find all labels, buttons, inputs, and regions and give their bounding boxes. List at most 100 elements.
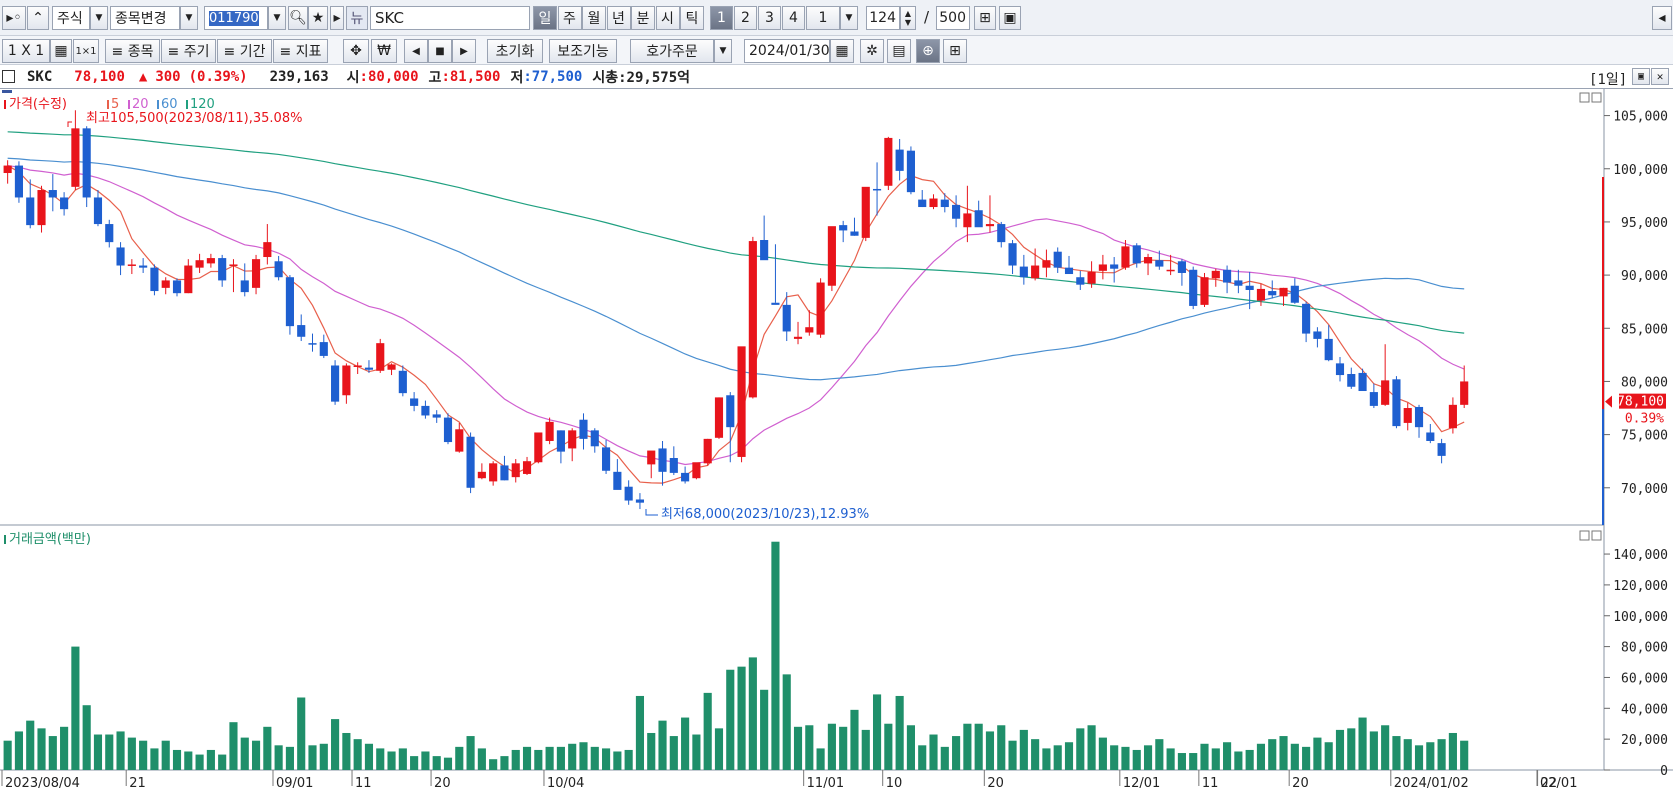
candle-body xyxy=(3,165,12,174)
max-count-input[interactable]: 500 xyxy=(936,6,970,30)
candle-body xyxy=(771,302,780,305)
candle-body xyxy=(342,365,351,396)
tab-count-1[interactable]: 2 xyxy=(734,6,757,30)
change-dropdown-icon[interactable]: ▼ xyxy=(180,6,198,30)
tab-period-4[interactable]: 분 xyxy=(631,6,655,30)
date-input[interactable]: 2024/01/30 xyxy=(744,39,830,63)
zoom-icon[interactable]: ⊕ xyxy=(916,39,940,63)
candle-body xyxy=(1392,379,1401,427)
select-checkbox[interactable] xyxy=(2,70,15,83)
gear-icon[interactable]: ✲ xyxy=(860,39,884,63)
candle-body xyxy=(1313,331,1322,339)
menu-item-0[interactable]: ≡ 종목 xyxy=(105,39,160,63)
volume-bar xyxy=(48,736,57,770)
volume-bar xyxy=(906,725,915,770)
stock-name-field[interactable]: SKC xyxy=(370,6,530,30)
volume-tick-label: 20,000 xyxy=(1621,733,1668,748)
candle-body xyxy=(1053,251,1062,268)
play-icon[interactable]: ▸◦ xyxy=(2,6,26,30)
count-spinner-icon[interactable]: ▲ ▼ xyxy=(900,6,916,30)
crosshair-icon[interactable]: ✥ xyxy=(343,39,369,63)
candle-body xyxy=(985,224,995,227)
tab-period-5[interactable]: 시 xyxy=(655,6,680,30)
x-tick-label: 2024/01/02 xyxy=(1394,776,1469,791)
tab-period-1[interactable]: 주 xyxy=(557,6,582,30)
volume-bar xyxy=(398,748,407,770)
add-window-icon[interactable]: ⊞ xyxy=(974,6,996,30)
market-dropdown-icon[interactable]: ▼ xyxy=(90,6,108,30)
x-tick-label: 10/04 xyxy=(547,776,584,791)
menu-item-2[interactable]: ≡ 기간 xyxy=(217,39,272,63)
order-dropdown-icon[interactable]: ▼ xyxy=(714,39,732,63)
currency-icon[interactable]: ₩ xyxy=(371,39,397,63)
news-button[interactable]: 뉴 xyxy=(346,6,368,30)
chevron-up-icon[interactable]: ⌃ xyxy=(27,6,49,30)
tab-period-0[interactable]: 일 xyxy=(533,6,557,30)
candle-body xyxy=(206,258,215,264)
tab-period-2[interactable]: 월 xyxy=(582,6,606,30)
close-icon[interactable]: ✕ xyxy=(1651,68,1669,85)
scroll-right-icon[interactable]: ▶ xyxy=(452,39,476,63)
volume-bar xyxy=(1143,745,1153,770)
arrow-right-icon[interactable]: ▸ xyxy=(330,6,344,30)
code-dropdown-icon[interactable]: ▼ xyxy=(268,6,286,30)
scroll-left-icon[interactable]: ◀ xyxy=(404,39,428,63)
volume-bar xyxy=(1414,745,1424,770)
candle-body xyxy=(793,336,803,339)
reset-button[interactable]: 초기화 xyxy=(487,39,543,63)
volume-bar xyxy=(1211,748,1220,770)
candle-body xyxy=(26,197,35,226)
volume-bar xyxy=(1121,746,1130,770)
count-dropdown-icon[interactable]: ▼ xyxy=(840,6,858,30)
star-icon[interactable]: ★ xyxy=(308,6,328,30)
x-tick-label: 09/01 xyxy=(276,776,313,791)
candle-body xyxy=(692,462,701,479)
search-icon[interactable]: 🔍︎ xyxy=(288,6,308,30)
panel-toggle-icon[interactable]: ◂ xyxy=(1652,6,1672,30)
tab-count-4[interactable]: 1 xyxy=(806,6,840,30)
volume-bar xyxy=(387,751,396,770)
single-layout-icon[interactable]: 1×1 xyxy=(73,39,99,63)
grid-icon[interactable]: ▦ xyxy=(50,39,72,63)
candle-body xyxy=(263,242,272,258)
volume-bar xyxy=(1256,743,1266,770)
indicator-settings-icon[interactable]: ▤ xyxy=(887,39,911,63)
candle-body xyxy=(1132,245,1141,264)
new-window-icon[interactable]: ⊞ xyxy=(943,39,967,63)
tab-period-3[interactable]: 년 xyxy=(606,6,631,30)
candle-body xyxy=(1290,285,1299,303)
volume-bar xyxy=(195,754,204,770)
stock-info-bar: SKC 78,100 ▲ 300 (0.39%) 239,163 시:80,00… xyxy=(0,65,1673,89)
volume-bar xyxy=(1403,739,1412,770)
market-select[interactable]: 주식 xyxy=(52,6,90,30)
volume-bar xyxy=(240,737,249,770)
volume-bar xyxy=(1177,753,1186,770)
display-count-input[interactable]: 124 xyxy=(866,6,900,30)
volume-bar xyxy=(489,759,498,770)
axis-range-bar-high xyxy=(1602,177,1604,409)
candle-body xyxy=(556,430,565,452)
legend-price-swatch xyxy=(4,100,6,109)
volume-bar xyxy=(1460,740,1469,770)
menu-item-1[interactable]: ≡ 주기 xyxy=(161,39,216,63)
candle-body xyxy=(1245,285,1254,290)
tab-count-0[interactable]: 1 xyxy=(710,6,733,30)
tab-count-3[interactable]: 4 xyxy=(782,6,805,30)
volume-bar xyxy=(556,746,565,770)
save-icon[interactable]: ▣ xyxy=(999,6,1021,30)
tab-period-6[interactable]: 틱 xyxy=(680,6,704,30)
stop-icon[interactable]: ■ xyxy=(428,39,452,63)
volume-bar xyxy=(37,728,46,770)
stock-code-input[interactable]: 011790 xyxy=(204,6,268,30)
layout-button[interactable]: 1 X 1 xyxy=(2,39,50,63)
x-tick-label: 21 xyxy=(129,776,146,791)
calendar-icon[interactable]: ▦ xyxy=(830,39,854,63)
maximize-icon[interactable]: ▣ xyxy=(1632,68,1650,85)
chart-area[interactable]: 105,000 100,000 95,000 90,000 85,000 80,000 75… xyxy=(0,89,1673,792)
order-button[interactable]: 호가주문 xyxy=(630,39,714,63)
menu-item-3[interactable]: ≡ 지표 xyxy=(273,39,328,63)
tab-count-2[interactable]: 3 xyxy=(758,6,781,30)
change-stock-select[interactable]: 종목변경 xyxy=(110,6,180,30)
aux-function-button[interactable]: 보조기능 xyxy=(549,39,617,63)
volume-bar xyxy=(477,748,486,770)
